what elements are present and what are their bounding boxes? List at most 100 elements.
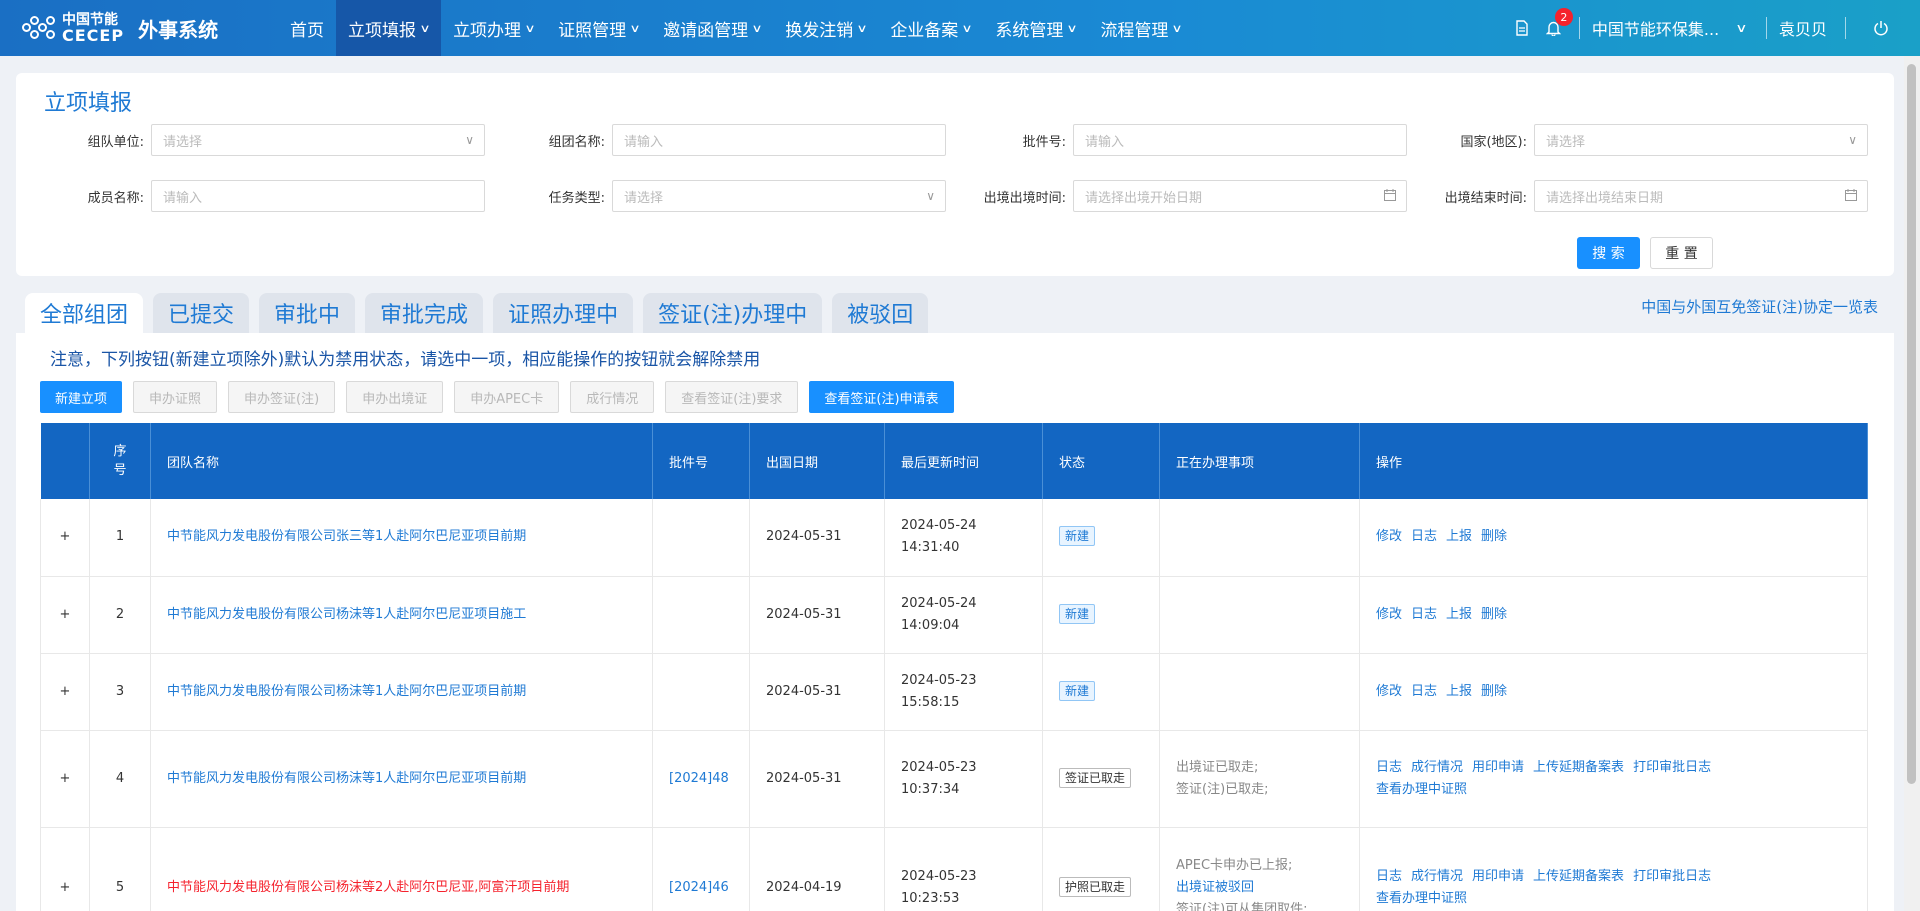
menu-project-handle[interactable]: 立项办理 ∨ [441, 0, 546, 56]
chevron-down-icon: ∨ [1066, 21, 1079, 35]
row-actions: 修改 日志 上报 删除 [1359, 653, 1868, 731]
chevron-down-icon: ∨ [1171, 21, 1184, 35]
menu-enterprise-record[interactable]: 企业备案 ∨ [878, 0, 983, 56]
row-action-link[interactable]: 删除 [1481, 607, 1507, 622]
view-visa-application-button[interactable]: 查看签证(注)申请表 [809, 381, 954, 413]
tab-approved[interactable]: 审批完成 [365, 293, 484, 333]
trip-status-button[interactable]: 成行情况 [570, 381, 655, 413]
bell-icon[interactable]: 2 [1543, 8, 1573, 39]
row-action-link[interactable]: 查看办理中证照 [1376, 782, 1467, 797]
apply-exit-permit-button[interactable]: 申办出境证 [346, 381, 444, 413]
menu-home[interactable]: 首页 [278, 0, 336, 56]
tab-license-processing[interactable]: 证照办理中 [493, 293, 634, 333]
row-action-link[interactable]: 打印审批日志 [1633, 760, 1711, 775]
depart-date-picker[interactable]: 请选择出境开始日期 [1073, 180, 1407, 212]
notification-badge: 2 [1554, 8, 1573, 26]
task-type-select[interactable]: 请选择 ∨ [612, 180, 946, 212]
row-action-link[interactable]: 成行情况 [1411, 760, 1463, 775]
row-action-link[interactable]: 成行情况 [1411, 869, 1463, 884]
apply-apec-card-button[interactable]: 申办APEC卡 [454, 381, 560, 413]
team-name-input[interactable]: 请输入 [612, 124, 946, 156]
team-unit-select[interactable]: 请选择 ∨ [151, 124, 485, 156]
menu-license-manage[interactable]: 证照管理 ∨ [546, 0, 651, 56]
menu-renew-cancel[interactable]: 换发注销 ∨ [773, 0, 878, 56]
search-button[interactable]: 搜 索 [1577, 237, 1640, 269]
calendar-icon [1384, 188, 1396, 204]
org-selector[interactable]: 中国节能环保集... ∨ [1592, 16, 1748, 40]
member-name-input[interactable]: 请输入 [151, 180, 485, 212]
page-scrollbar[interactable] [1904, 56, 1920, 911]
expand-toggle[interactable]: + [40, 499, 90, 577]
pending-item: APEC卡申办已上报; [1176, 858, 1293, 873]
cecep-logo[interactable]: 中国节能 CECEP 外事系统 [22, 13, 258, 44]
apply-license-button[interactable]: 申办证照 [133, 381, 218, 413]
table-row[interactable]: +5 中节能风力发电股份有限公司杨沫等2人赴阿尔巴尼亚,阿富汗项目前期 [2024]… [40, 827, 1868, 911]
row-action-link[interactable]: 删除 [1481, 684, 1507, 699]
row-action-link[interactable]: 日志 [1411, 529, 1437, 544]
search-panel: 立项填报 组队单位: 请选择 ∨ 组团名称: 请输入 批件号: 请输入 国家(地… [16, 73, 1894, 276]
chevron-down-icon: ∨ [629, 21, 641, 35]
field-task-type: 任务类型: 请选择 ∨ [477, 180, 946, 212]
menu-system-manage[interactable]: 系统管理 ∨ [983, 0, 1088, 56]
chevron-down-icon: ∨ [524, 21, 536, 35]
country-select[interactable]: 请选择 ∨ [1534, 124, 1868, 156]
row-action-link[interactable]: 上传延期备案表 [1533, 760, 1624, 775]
tab-visa-processing[interactable]: 签证(注)办理中 [643, 293, 823, 333]
team-name-link[interactable]: 中节能风力发电股份有限公司杨沫等1人赴阿尔巴尼亚项目前期 [167, 684, 526, 699]
menu-project-fill[interactable]: 立项填报 ∨ [336, 0, 442, 56]
system-name: 外事系统 [138, 17, 219, 42]
updated-time: 2024-05-23 10:23:53 [884, 827, 1043, 911]
approval-no-input[interactable]: 请输入 [1073, 124, 1407, 156]
new-project-button[interactable]: 新建立项 [40, 381, 123, 413]
power-icon[interactable] [1870, 17, 1892, 39]
row-action-link[interactable]: 日志 [1376, 869, 1402, 884]
apply-visa-button[interactable]: 申办签证(注) [228, 381, 336, 413]
table-row[interactable]: +4 中节能风力发电股份有限公司杨沫等1人赴阿尔巴尼亚项目前期 [2024]48 20… [40, 730, 1868, 828]
expand-toggle[interactable]: + [40, 576, 90, 654]
user-name[interactable]: 袁贝贝 [1779, 16, 1827, 40]
tab-rejected[interactable]: 被驳回 [832, 293, 929, 333]
tab-submitted[interactable]: 已提交 [153, 293, 250, 333]
row-action-link[interactable]: 修改 [1376, 529, 1402, 544]
scrollbar-thumb[interactable] [1907, 64, 1916, 784]
updated-column-header: 最后更新时间 [884, 423, 1043, 499]
approval-no-link[interactable]: [2024]46 [669, 880, 729, 895]
approval-no-link[interactable]: [2024]48 [669, 771, 729, 786]
visa-agreement-link[interactable]: 中国与外国互免签证(注)协定一览表 [1641, 296, 1878, 317]
end-date-picker[interactable]: 请选择出境结束日期 [1534, 180, 1868, 212]
row-action-link[interactable]: 上报 [1446, 684, 1472, 699]
row-action-link[interactable]: 修改 [1376, 684, 1402, 699]
row-action-link[interactable]: 用印申请 [1472, 869, 1524, 884]
table-row[interactable]: +2 中节能风力发电股份有限公司杨沫等1人赴阿尔巴尼亚项目施工 2024-05-31… [40, 576, 1868, 654]
logo-mark-icon [22, 13, 56, 43]
tab-approving[interactable]: 审批中 [259, 293, 356, 333]
menu-invitation-manage[interactable]: 邀请函管理 ∨ [651, 0, 773, 56]
expand-toggle[interactable]: + [40, 730, 90, 828]
row-action-link[interactable]: 日志 [1411, 607, 1437, 622]
seq-column-header: 序号 [89, 423, 151, 499]
row-action-link[interactable]: 用印申请 [1472, 760, 1524, 775]
tab-all-teams[interactable]: 全部组团 [25, 293, 144, 333]
row-action-link[interactable]: 日志 [1376, 760, 1402, 775]
row-action-link[interactable]: 上报 [1446, 529, 1472, 544]
team-name-link[interactable]: 中节能风力发电股份有限公司杨沫等2人赴阿尔巴尼亚,阿富汗项目前期 [167, 880, 569, 895]
row-action-link[interactable]: 上报 [1446, 607, 1472, 622]
table-row[interactable]: +1 中节能风力发电股份有限公司张三等1人赴阿尔巴尼亚项目前期 2024-05-31… [40, 499, 1868, 577]
row-action-link[interactable]: 修改 [1376, 607, 1402, 622]
row-action-link[interactable]: 查看办理中证照 [1376, 891, 1467, 906]
team-name-link[interactable]: 中节能风力发电股份有限公司张三等1人赴阿尔巴尼亚项目前期 [167, 529, 526, 544]
document-icon[interactable] [1511, 17, 1533, 39]
row-action-link[interactable]: 日志 [1411, 684, 1437, 699]
view-visa-requirements-button[interactable]: 查看签证(注)要求 [665, 381, 799, 413]
row-action-link[interactable]: 删除 [1481, 529, 1507, 544]
row-action-link[interactable]: 上传延期备案表 [1533, 869, 1624, 884]
team-name-link[interactable]: 中节能风力发电股份有限公司杨沫等1人赴阿尔巴尼亚项目施工 [167, 607, 526, 622]
expand-toggle[interactable]: + [40, 827, 90, 911]
expand-toggle[interactable]: + [40, 653, 90, 731]
team-name-link[interactable]: 中节能风力发电股份有限公司杨沫等1人赴阿尔巴尼亚项目前期 [167, 771, 526, 786]
reset-button[interactable]: 重 置 [1650, 237, 1713, 269]
chevron-down-icon: ∨ [926, 189, 935, 203]
menu-process-manage[interactable]: 流程管理 ∨ [1088, 0, 1193, 56]
table-row[interactable]: +3 中节能风力发电股份有限公司杨沫等1人赴阿尔巴尼亚项目前期 2024-05-31… [40, 653, 1868, 731]
row-action-link[interactable]: 打印审批日志 [1633, 869, 1711, 884]
